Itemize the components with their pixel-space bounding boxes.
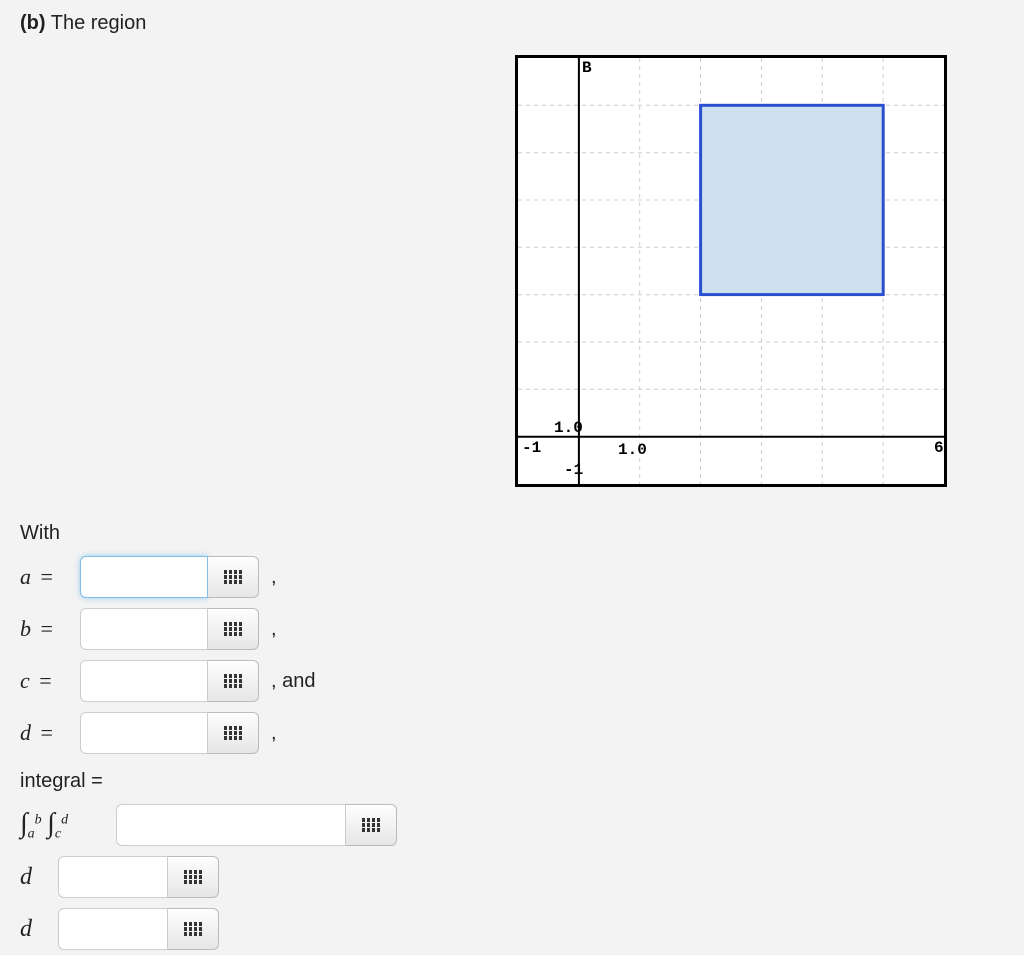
row-a: a = , <box>20 551 315 603</box>
keypad-button-d[interactable] <box>208 712 259 754</box>
keypad-icon <box>224 570 243 584</box>
with-label: With <box>20 522 315 545</box>
label-d: d <box>20 720 31 745</box>
input-d0[interactable] <box>58 856 168 898</box>
keypad-button-c[interactable] <box>208 660 259 702</box>
input-b[interactable] <box>80 608 208 650</box>
keypad-button-d1[interactable] <box>168 908 219 950</box>
axis-top-label: B <box>582 59 592 77</box>
input-d1[interactable] <box>58 908 168 950</box>
keypad-button-b[interactable] <box>208 608 259 650</box>
keypad-icon <box>362 818 381 832</box>
plot-svg: 1.0 1.0 -1 -1 6 B <box>518 58 944 484</box>
integral-row: ∫ab ∫cd <box>20 799 397 851</box>
label-b: b <box>20 616 31 641</box>
input-a[interactable] <box>80 556 208 598</box>
region-plot: 1.0 1.0 -1 -1 6 B <box>515 55 947 487</box>
tail-b: , <box>271 618 277 641</box>
svg-text:1.0: 1.0 <box>554 419 583 437</box>
keypad-button-integrand[interactable] <box>346 804 397 846</box>
keypad-icon <box>224 674 243 688</box>
heading-text: The region <box>51 12 147 34</box>
svg-text:6: 6 <box>934 439 944 457</box>
d-row-0: d <box>20 851 397 903</box>
label-a: a <box>20 564 31 589</box>
row-c: c = , and <box>20 655 315 707</box>
row-d: d = , <box>20 707 315 759</box>
svg-text:1.0: 1.0 <box>618 441 647 459</box>
keypad-icon <box>184 870 203 884</box>
heading-part: (b) <box>20 12 46 34</box>
tail-a: , <box>271 566 277 589</box>
keypad-button-a[interactable] <box>208 556 259 598</box>
row-b: b = , <box>20 603 315 655</box>
input-c[interactable] <box>80 660 208 702</box>
d-label-1: d <box>20 916 54 943</box>
d-row-1: d <box>20 903 397 955</box>
label-c: c <box>20 668 30 693</box>
tail-c: , and <box>271 670 315 693</box>
tail-d: , <box>271 722 277 745</box>
input-integrand[interactable] <box>116 804 346 846</box>
keypad-icon <box>224 622 243 636</box>
keypad-button-d0[interactable] <box>168 856 219 898</box>
svg-text:-1: -1 <box>522 439 541 457</box>
integral-symbol: ∫ab ∫cd <box>20 808 112 842</box>
d-label-0: d <box>20 864 54 891</box>
input-d[interactable] <box>80 712 208 754</box>
keypad-icon <box>184 922 203 936</box>
svg-text:-1: -1 <box>564 461 583 479</box>
question-heading: (b) The region <box>20 12 146 35</box>
keypad-icon <box>224 726 243 740</box>
integral-label: integral = <box>20 770 397 793</box>
